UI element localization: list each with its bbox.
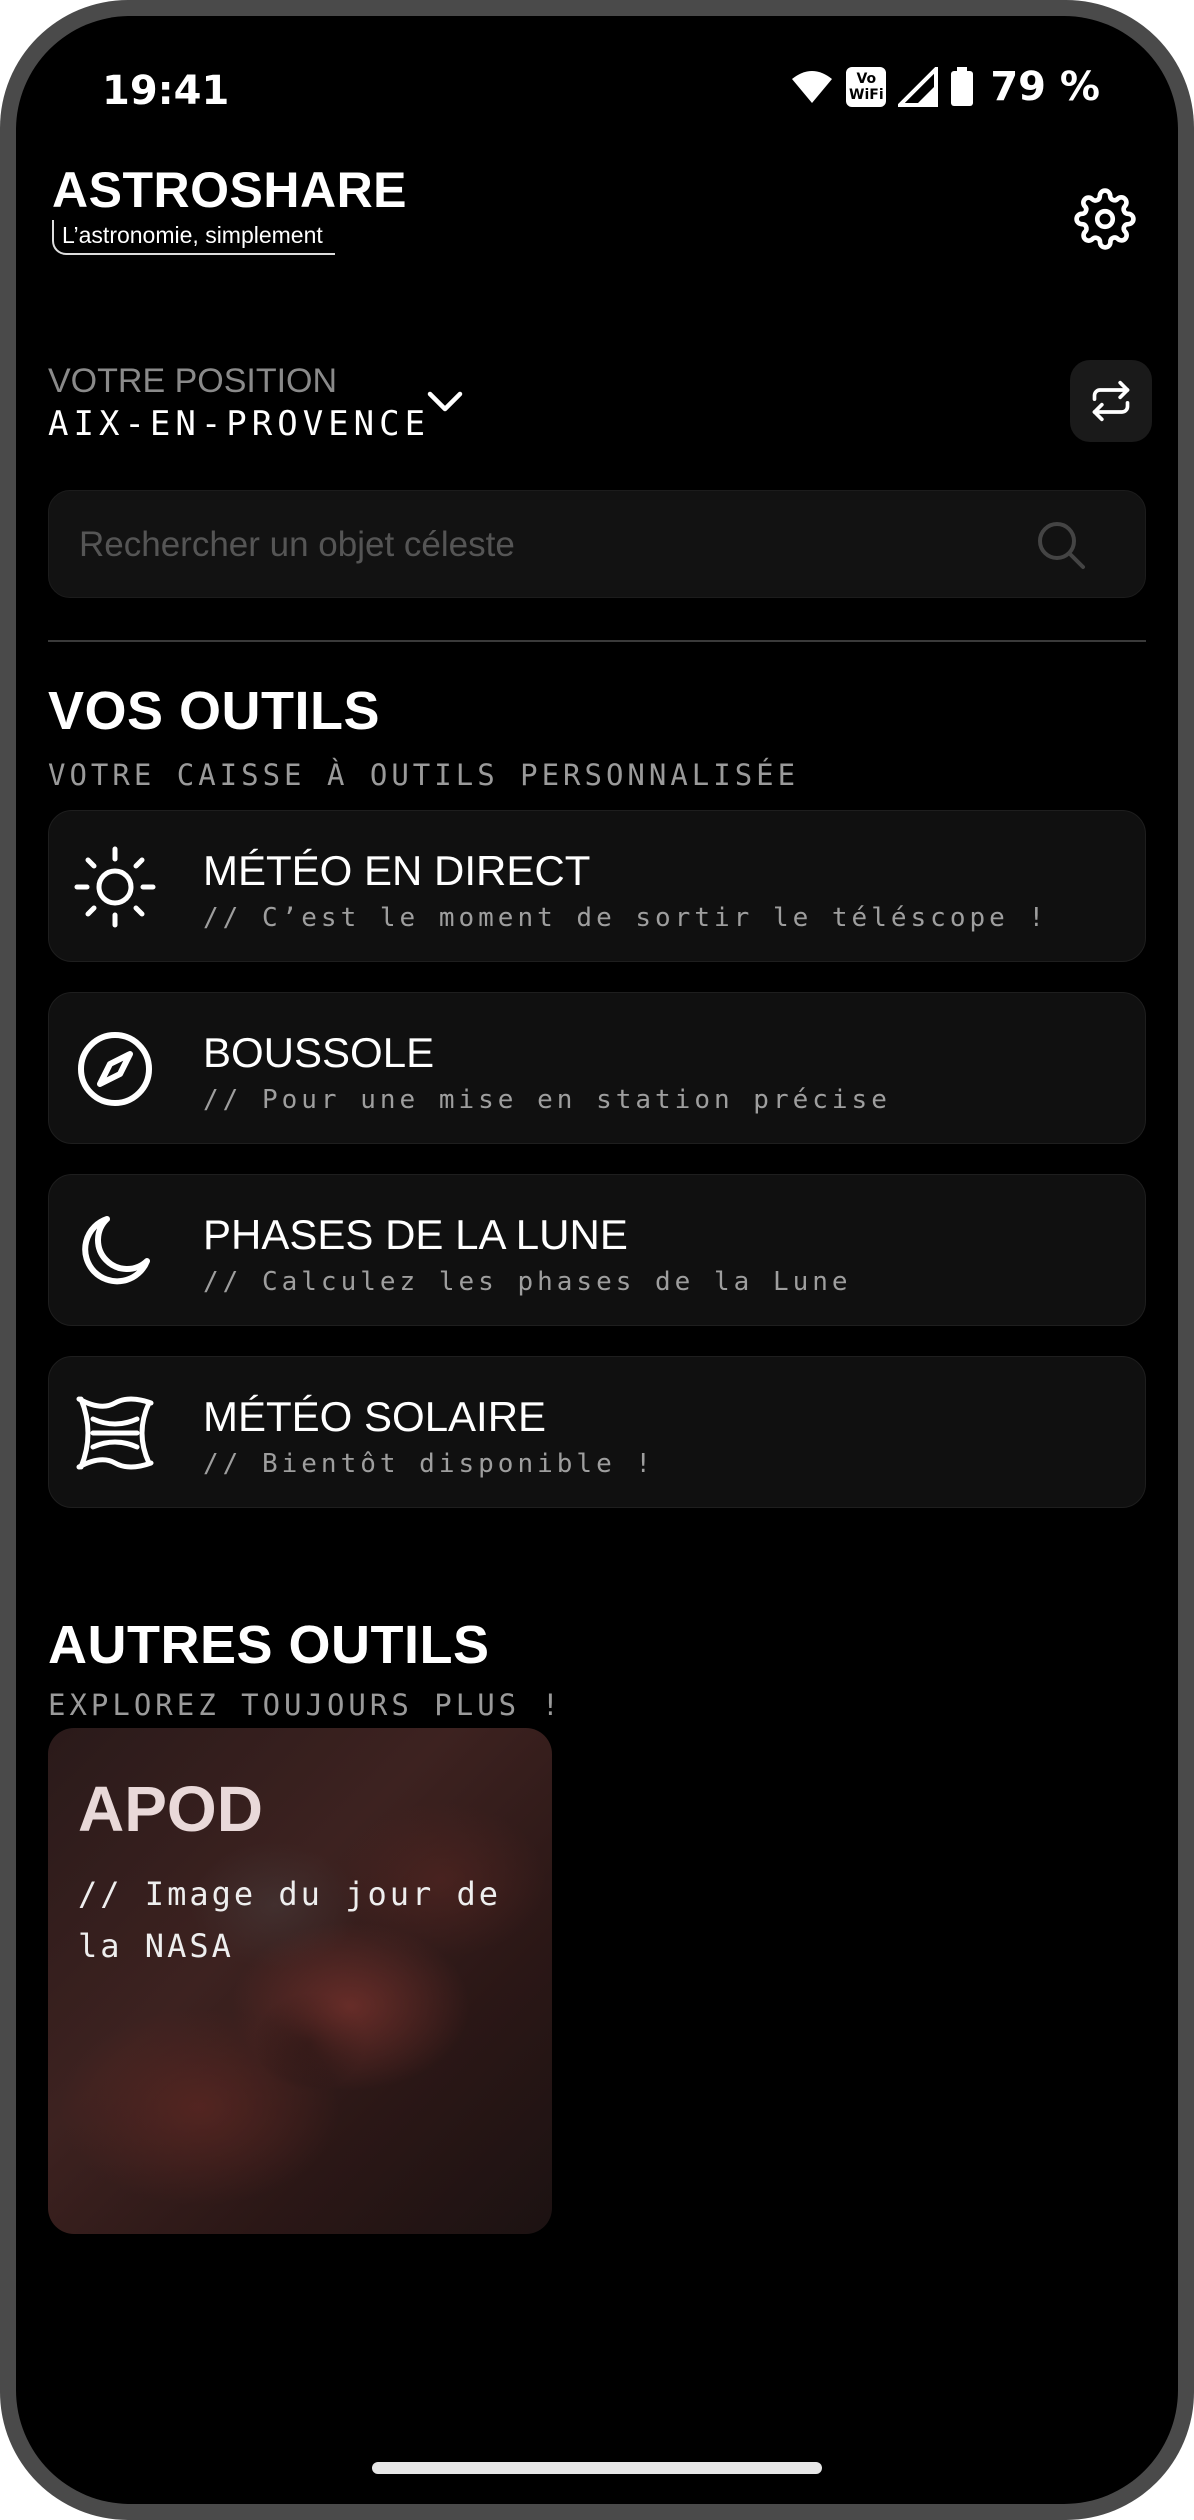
home-indicator[interactable] — [372, 2462, 822, 2474]
tool-title: PHASES DE LA LUNE — [203, 1211, 628, 1258]
app-logo: ASTROSHARE L’astronomie, simplement — [52, 164, 407, 255]
tools-section-title: VOS OUTILS — [48, 681, 381, 741]
app-title: ASTROSHARE — [52, 162, 408, 218]
tool-card-weather[interactable]: MÉTÉO EN DIRECT // C’est le moment de so… — [48, 810, 1146, 962]
tool-title: MÉTÉO SOLAIRE — [203, 1393, 547, 1440]
tool-description: // C’est le moment de sortir le téléscop… — [203, 903, 1049, 933]
status-icons: Vo WiFi 79 % — [790, 62, 1100, 112]
tool-description: // Pour une mise en station précise — [203, 1085, 891, 1115]
tool-description: // Calculez les phases de la Lune — [203, 1267, 852, 1297]
vowifi-icon: Vo WiFi — [846, 67, 887, 107]
app-screen: 19:41 Vo WiFi 79 % ASTROSHARE L’astronom… — [16, 16, 1178, 2504]
moon-icon — [71, 1207, 159, 1295]
settings-button[interactable] — [1070, 184, 1140, 254]
divider — [48, 640, 1146, 642]
search-bar — [48, 490, 1146, 599]
apod-title: APOD — [78, 1773, 263, 1845]
tool-description: // Bientôt disponible ! — [203, 1449, 656, 1479]
chevron-down-icon[interactable] — [420, 382, 470, 422]
sun-icon — [71, 843, 159, 931]
tool-card-moon-phases[interactable]: PHASES DE LA LUNE // Calculez les phases… — [48, 1174, 1146, 1326]
tools-section-subtitle: VOTRE CAISSE À OUTILS PERSONNALISÉE — [48, 758, 800, 792]
position-value[interactable]: AIX-EN-PROVENCE — [48, 404, 430, 444]
gear-icon — [1074, 188, 1136, 250]
search-input[interactable] — [77, 491, 981, 599]
solar-storm-icon — [71, 1389, 159, 1477]
wifi-icon — [792, 71, 833, 103]
switch-position-button[interactable] — [1070, 360, 1152, 442]
swap-icon — [1092, 380, 1130, 422]
position-label: VOTRE POSITION — [48, 362, 338, 400]
status-time: 19:41 — [102, 68, 230, 114]
apod-card[interactable]: APOD // Image du jour de la NASA — [48, 1728, 552, 2234]
battery-icon — [951, 67, 974, 106]
app-tagline: L’astronomie, simplement — [52, 220, 335, 255]
tool-card-compass[interactable]: BOUSSOLE // Pour une mise en station pré… — [48, 992, 1146, 1144]
tool-title: BOUSSOLE — [203, 1029, 435, 1076]
signal-icon — [898, 67, 939, 107]
tool-title: MÉTÉO EN DIRECT — [203, 847, 591, 894]
battery-percentage: 79 % — [990, 64, 1100, 110]
tool-card-solar-weather[interactable]: MÉTÉO SOLAIRE // Bientôt disponible ! — [48, 1356, 1146, 1508]
other-section-title: AUTRES OUTILS — [48, 1615, 490, 1675]
compass-icon — [71, 1025, 159, 1113]
device-frame: 19:41 Vo WiFi 79 % ASTROSHARE L’astronom… — [0, 0, 1194, 2520]
apod-description: // Image du jour de la NASA — [78, 1875, 502, 1965]
other-section-subtitle: EXPLOREZ TOUJOURS PLUS ! — [48, 1688, 564, 1722]
search-icon[interactable] — [1035, 519, 1087, 571]
